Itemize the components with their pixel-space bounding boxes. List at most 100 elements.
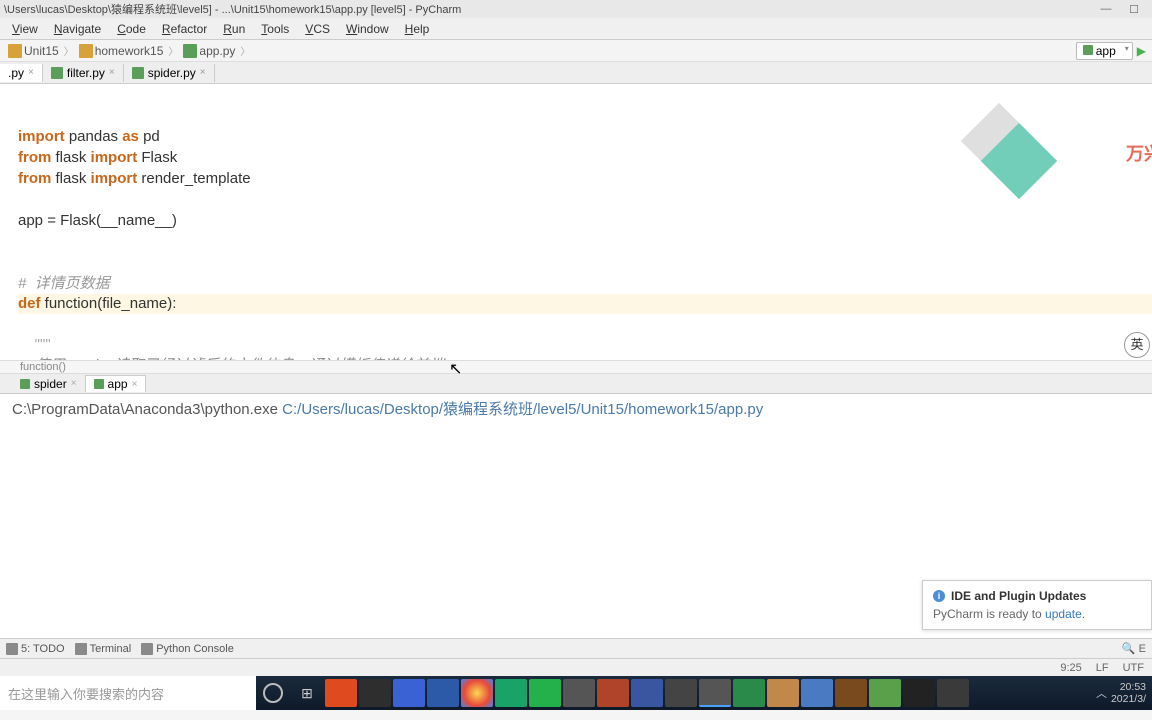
python-file-icon [132, 67, 144, 79]
close-icon[interactable]: × [28, 67, 34, 78]
run-console[interactable]: C:\ProgramData\Anaconda3\python.exe C:/U… [0, 394, 1152, 638]
file-encoding[interactable]: UTF [1123, 662, 1144, 674]
close-icon[interactable]: × [132, 379, 138, 390]
code-line: app = Flask(__name__) [18, 212, 177, 229]
menu-run[interactable]: Run [215, 20, 253, 38]
taskbar-clock[interactable]: 20:53 2021/3/ [1111, 681, 1146, 705]
taskbar-app[interactable] [495, 679, 527, 707]
crumb-app-py[interactable]: app.py [181, 44, 237, 58]
cursor-position[interactable]: 9:25 [1060, 662, 1081, 674]
watermark-logo: 万兴 [962, 114, 1152, 214]
python-file-icon [1083, 45, 1093, 55]
titlebar: \Users\lucas\Desktop\猿编程系统班\level5] - ..… [0, 0, 1152, 18]
info-icon: i [933, 590, 945, 602]
code-line: """ [18, 336, 51, 353]
taskbar-app[interactable] [427, 679, 459, 707]
line-separator[interactable]: LF [1096, 662, 1109, 674]
taskbar-app[interactable] [325, 679, 357, 707]
folder-icon [8, 44, 22, 58]
system-tray[interactable]: ︿ 20:53 2021/3/ [1090, 676, 1152, 710]
taskbar-app[interactable] [903, 679, 935, 707]
tool-tab-app[interactable]: app× [85, 375, 147, 392]
taskbar-app[interactable] [393, 679, 425, 707]
taskbar-app[interactable] [665, 679, 697, 707]
console-output: C:\ProgramData\Anaconda3\python.exe [12, 401, 282, 418]
code-line [18, 191, 22, 208]
taskbar-app[interactable] [801, 679, 833, 707]
taskbar-app[interactable] [869, 679, 901, 707]
code-line [18, 254, 22, 271]
chevron-right-icon: 〉 [165, 43, 181, 58]
menu-navigate[interactable]: Navigate [46, 20, 109, 38]
taskbar-app[interactable] [767, 679, 799, 707]
notification-title: IDE and Plugin Updates [951, 589, 1086, 603]
python-file-icon [51, 67, 63, 79]
close-icon[interactable]: × [109, 67, 115, 78]
taskbar-app[interactable] [597, 679, 629, 707]
notification-popup: iIDE and Plugin Updates PyCharm is ready… [922, 580, 1152, 630]
chevron-right-icon: 〉 [61, 43, 77, 58]
todo-icon [6, 643, 18, 655]
editor-context-path[interactable]: function() [0, 360, 1152, 374]
maximize-button[interactable]: ☐ [1120, 3, 1148, 16]
python-icon [141, 643, 153, 655]
run-config-selector[interactable]: app [1076, 42, 1133, 60]
tab-current-py[interactable]: .py× [0, 64, 43, 82]
close-icon[interactable]: × [71, 378, 77, 389]
menu-refactor[interactable]: Refactor [154, 20, 215, 38]
code-line: from flask import render_template [18, 170, 251, 187]
cortana-icon[interactable] [256, 676, 290, 710]
code-line [18, 233, 22, 250]
menu-help[interactable]: Help [397, 20, 438, 38]
code-line-current: def function(file_name): [18, 294, 1152, 314]
code-line: from flask import Flask [18, 149, 177, 166]
task-view-icon[interactable]: ⊞ [290, 676, 324, 710]
tray-chevron-up[interactable]: ︿ [1096, 685, 1107, 701]
code-line: import pandas as pd [18, 128, 160, 145]
crumb-homework15[interactable]: homework15 [77, 44, 166, 58]
taskbar-chrome[interactable] [461, 679, 493, 707]
update-link[interactable]: update [1045, 607, 1082, 621]
taskbar-pycharm[interactable] [699, 679, 731, 707]
code-line: 使用pandas读取已经过滤后的文件信息，通过模板传递给前端 [18, 357, 444, 360]
menu-tools[interactable]: Tools [253, 20, 297, 38]
taskbar-app[interactable] [631, 679, 663, 707]
todo-tool-button[interactable]: 5: TODO [6, 643, 65, 655]
editor-tabs: .py× filter.py× spider.py× [0, 62, 1152, 84]
crumb-unit15[interactable]: Unit15 [6, 44, 61, 58]
chevron-right-icon: 〉 [237, 43, 253, 58]
windows-taskbar: 在这里输入你要搜索的内容 ⊞ ︿ 20:53 2021/3/ [0, 676, 1152, 710]
find-icon[interactable]: 🔍 E [1122, 642, 1146, 655]
python-console-tool-button[interactable]: Python Console [141, 643, 234, 655]
taskbar-app[interactable] [835, 679, 867, 707]
terminal-tool-button[interactable]: Terminal [75, 643, 132, 655]
python-file-icon [20, 379, 30, 389]
close-icon[interactable]: × [200, 67, 206, 78]
taskbar-wechat[interactable] [529, 679, 561, 707]
menu-vcs[interactable]: VCS [297, 20, 338, 38]
minimize-button[interactable]: — [1092, 3, 1120, 15]
tool-window-tabs: spider× app× [0, 374, 1152, 394]
tab-filter-py[interactable]: filter.py× [43, 64, 124, 82]
menu-code[interactable]: Code [109, 20, 154, 38]
tool-tab-spider[interactable]: spider× [12, 376, 85, 392]
taskbar-app[interactable] [359, 679, 391, 707]
bottom-tool-bar: 5: TODO Terminal Python Console 🔍 E [0, 638, 1152, 658]
taskbar-app[interactable] [937, 679, 969, 707]
windows-search-box[interactable]: 在这里输入你要搜索的内容 [0, 676, 256, 710]
side-tool-icons: 英 🔍 📋 [1124, 332, 1150, 360]
translate-icon[interactable]: 英 [1124, 332, 1150, 358]
tab-spider-py[interactable]: spider.py× [124, 64, 215, 82]
code-line: # 详情页数据 [18, 275, 110, 292]
run-play-icon[interactable]: ▶ [1137, 44, 1146, 58]
menu-view[interactable]: View [4, 20, 46, 38]
taskbar-app[interactable] [733, 679, 765, 707]
code-editor[interactable]: 万兴 英 🔍 📋 import pandas as pd from flask … [0, 84, 1152, 360]
menu-window[interactable]: Window [338, 20, 397, 38]
breadcrumb-bar: Unit15 〉 homework15 〉 app.py 〉 app ▶ [0, 40, 1152, 62]
status-bar: 9:25 LF UTF [0, 658, 1152, 676]
terminal-icon [75, 643, 87, 655]
taskbar-app[interactable] [563, 679, 595, 707]
python-file-icon [183, 44, 197, 58]
menubar: View Navigate Code Refactor Run Tools VC… [0, 18, 1152, 40]
